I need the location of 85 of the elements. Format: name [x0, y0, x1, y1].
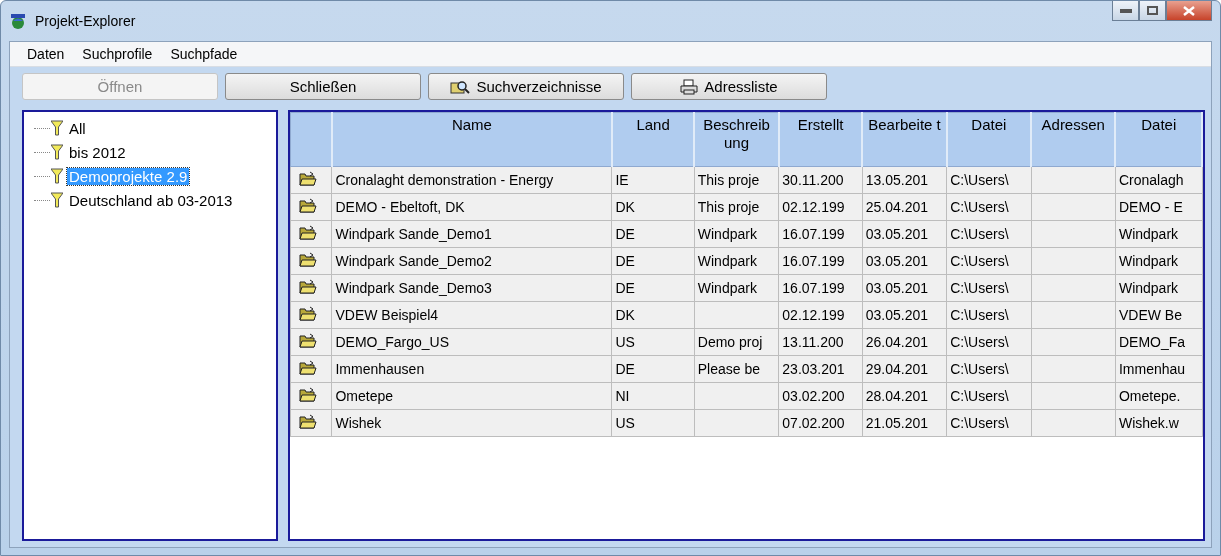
- table-cell: IE: [611, 166, 695, 194]
- table-cell: Windpark Sande_Demo1: [331, 220, 612, 248]
- column-header[interactable]: Land: [611, 112, 695, 167]
- table-cell: 03.02.200: [778, 382, 863, 410]
- table-cell: DE: [611, 355, 695, 383]
- column-header[interactable]: Name: [331, 112, 612, 167]
- table-cell: 16.07.199: [778, 274, 863, 302]
- table-cell: Cronalaght demonstration - Energy: [331, 166, 612, 194]
- table-cell: 26.04.201: [862, 328, 947, 356]
- table-cell: DK: [611, 193, 695, 221]
- table-cell: Windpark Sande_Demo3: [331, 274, 612, 302]
- menu-item[interactable]: Suchprofile: [82, 46, 153, 62]
- column-header[interactable]: Datei: [946, 112, 1031, 167]
- table-cell: DEMO - E: [1115, 193, 1202, 221]
- column-header[interactable]: Erstellt: [778, 112, 863, 167]
- window-title: Projekt-Explorer: [35, 13, 136, 29]
- table-cell: 25.04.201: [862, 193, 947, 221]
- table-cell: 21.05.201: [862, 409, 947, 437]
- table-cell: VDEW Beispiel4: [331, 301, 612, 329]
- table-cell: VDEW Be: [1115, 301, 1202, 329]
- table-cell: 28.04.201: [862, 382, 947, 410]
- table-cell: Ometepe: [331, 382, 612, 410]
- table-cell: C:\Users\: [946, 247, 1031, 275]
- column-header[interactable]: Datei: [1115, 112, 1202, 167]
- table-cell: C:\Users\: [946, 409, 1031, 437]
- column-header[interactable]: Beschreib ung: [694, 112, 779, 167]
- toolbar-button[interactable]: Schließen: [225, 73, 421, 100]
- table-cell: DE: [611, 247, 695, 275]
- table-cell: 23.03.201: [778, 355, 863, 383]
- table-cell: 03.05.201: [862, 247, 947, 275]
- tree-item[interactable]: All: [67, 119, 88, 137]
- menu-item[interactable]: Suchpfade: [170, 46, 238, 62]
- table-cell: DK: [611, 301, 695, 329]
- table-cell: 13.05.201: [862, 166, 947, 194]
- table-cell: Windpark: [1115, 274, 1202, 302]
- table-cell: Immenhausen: [331, 355, 612, 383]
- table-cell: US: [611, 328, 695, 356]
- table-cell: Windpark: [1115, 220, 1202, 248]
- table-cell: 03.05.201: [862, 301, 947, 329]
- column-header[interactable]: Bearbeite t: [862, 112, 947, 167]
- table-cell: DE: [611, 274, 695, 302]
- table-cell: Wishek.w: [1115, 409, 1202, 437]
- table-cell: NI: [611, 382, 695, 410]
- table-cell: This proje: [694, 166, 779, 194]
- table-cell: C:\Users\: [946, 328, 1031, 356]
- toolbar-button[interactable]: Suchverzeichnisse: [428, 73, 624, 100]
- table-cell: Windpark: [694, 247, 779, 275]
- tree-item[interactable]: Deutschland ab 03-2013: [67, 191, 235, 209]
- table-cell: 03.05.201: [862, 220, 947, 248]
- table-cell: C:\Users\: [946, 274, 1031, 302]
- table-cell: Windpark: [694, 274, 779, 302]
- table-cell: C:\Users\: [946, 382, 1031, 410]
- column-header[interactable]: Adressen: [1031, 112, 1116, 167]
- menu-item[interactable]: Daten: [27, 46, 65, 62]
- table-cell: C:\Users\: [946, 355, 1031, 383]
- table-cell: Windpark: [694, 220, 779, 248]
- table-cell: Cronalagh: [1115, 166, 1202, 194]
- table-cell: DEMO_Fargo_US: [331, 328, 612, 356]
- table-cell: This proje: [694, 193, 779, 221]
- table-cell: 16.07.199: [778, 247, 863, 275]
- table-cell: 29.04.201: [862, 355, 947, 383]
- table-cell: Please be: [694, 355, 779, 383]
- table-cell: Wishek: [331, 409, 612, 437]
- table-cell: 13.11.200: [778, 328, 863, 356]
- tree-item[interactable]: bis 2012: [67, 143, 128, 161]
- table-cell: C:\Users\: [946, 166, 1031, 194]
- table-cell: 02.12.199: [778, 301, 863, 329]
- table-cell: C:\Users\: [946, 301, 1031, 329]
- table-cell: 16.07.199: [778, 220, 863, 248]
- table-cell: Demo proj: [694, 328, 779, 356]
- table-cell: Windpark Sande_Demo2: [331, 247, 612, 275]
- table-cell: Windpark: [1115, 247, 1202, 275]
- table-cell: Immenhau: [1115, 355, 1202, 383]
- table-cell: 02.12.199: [778, 193, 863, 221]
- table-cell: US: [611, 409, 695, 437]
- table-cell: DEMO_Fa: [1115, 328, 1202, 356]
- table-cell: 07.02.200: [778, 409, 863, 437]
- table-cell: DEMO - Ebeltoft, DK: [331, 193, 612, 221]
- table-cell: C:\Users\: [946, 193, 1031, 221]
- table-cell: 03.05.201: [862, 274, 947, 302]
- table-cell: DE: [611, 220, 695, 248]
- table-cell: C:\Users\: [946, 220, 1031, 248]
- table-cell: Ometepe.: [1115, 382, 1202, 410]
- toolbar-button[interactable]: Adressliste: [631, 73, 827, 100]
- table-cell: 30.11.200: [778, 166, 863, 194]
